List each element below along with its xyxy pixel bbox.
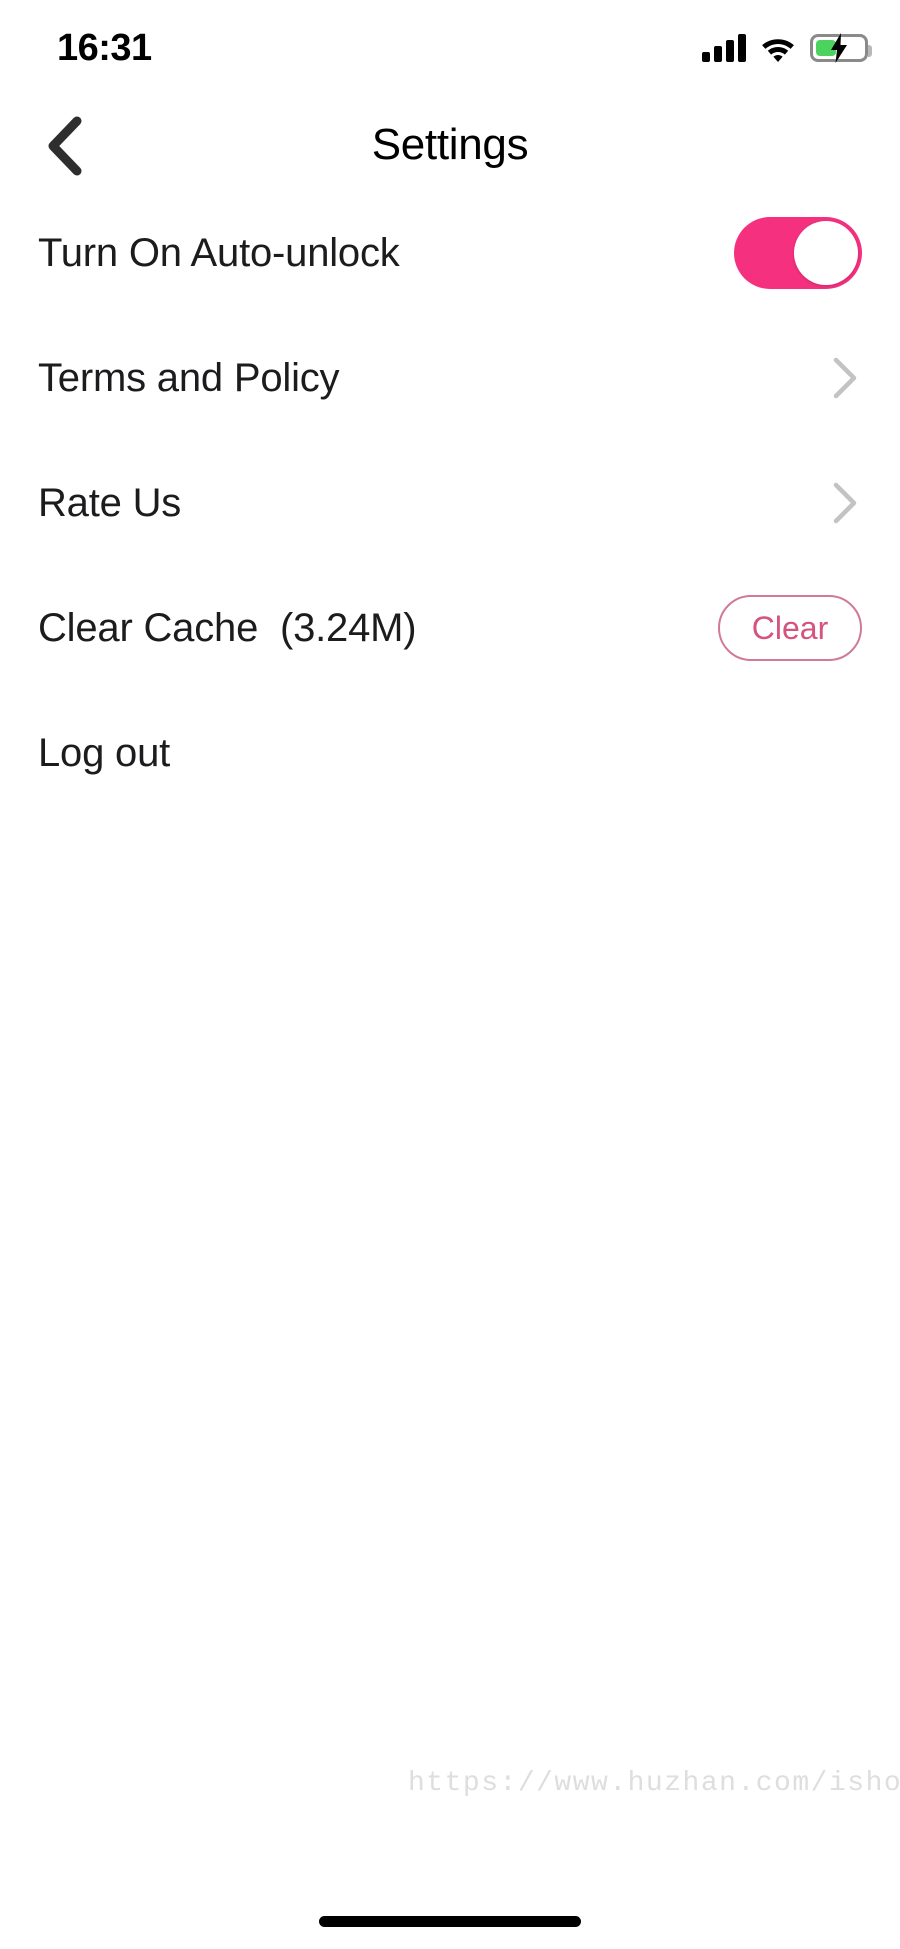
settings-screen: 16:31 Settings Turn On Auto-unlock Terms… <box>0 0 900 1949</box>
charging-bolt-icon <box>831 33 847 63</box>
clear-cache-button[interactable]: Clear <box>718 594 862 661</box>
settings-row-accessory <box>734 216 862 289</box>
settings-row-label: Terms and Policy <box>38 355 340 400</box>
chevron-right-icon <box>833 482 857 523</box>
settings-row-log-out[interactable]: Log out <box>0 690 900 815</box>
page-title: Settings <box>371 120 529 169</box>
settings-row-accessory <box>828 480 862 526</box>
settings-row-terms-and-policy[interactable]: Terms and Policy <box>0 315 900 440</box>
settings-row-rate-us[interactable]: Rate Us <box>0 440 900 565</box>
battery-charging-icon <box>810 33 872 63</box>
auto-unlock-toggle[interactable] <box>734 216 862 289</box>
settings-row-auto-unlock[interactable]: Turn On Auto-unlock <box>0 190 900 315</box>
wifi-icon <box>762 39 794 62</box>
settings-row-label: Turn On Auto-unlock <box>38 230 400 275</box>
battery-nub <box>868 45 872 57</box>
cellular-signal-icon <box>702 34 746 62</box>
settings-row-accessory <box>828 355 862 401</box>
home-indicator[interactable] <box>319 1916 581 1927</box>
toggle-knob <box>794 220 858 285</box>
status-bar-clock: 16:31 <box>57 27 152 69</box>
status-bar: 16:31 <box>0 0 900 100</box>
settings-row-label: Log out <box>38 730 171 775</box>
settings-row-label: Clear Cache (3.24M) <box>38 605 417 650</box>
settings-row-clear-cache[interactable]: Clear Cache (3.24M) Clear <box>0 565 900 690</box>
settings-row-label: Rate Us <box>38 480 182 525</box>
settings-row-accessory: Clear <box>718 594 862 661</box>
chevron-right-icon <box>833 357 857 398</box>
watermark-url: https://www.huzhan.com/ishop9612 <box>408 1768 900 1799</box>
settings-list: Turn On Auto-unlock Terms and Policy Rat… <box>0 190 900 815</box>
status-bar-icons <box>702 30 872 66</box>
nav-bar: Settings <box>0 100 900 190</box>
